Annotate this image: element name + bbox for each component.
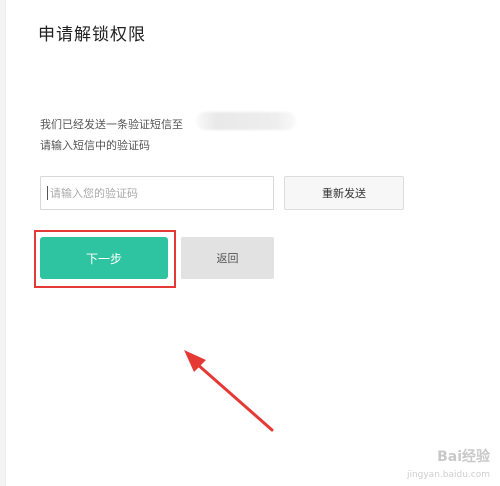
annotation-arrow-icon <box>184 350 274 432</box>
watermark-url: jingyan.baidu.com <box>406 470 490 480</box>
watermark-logo: Bai经验 <box>437 449 490 465</box>
